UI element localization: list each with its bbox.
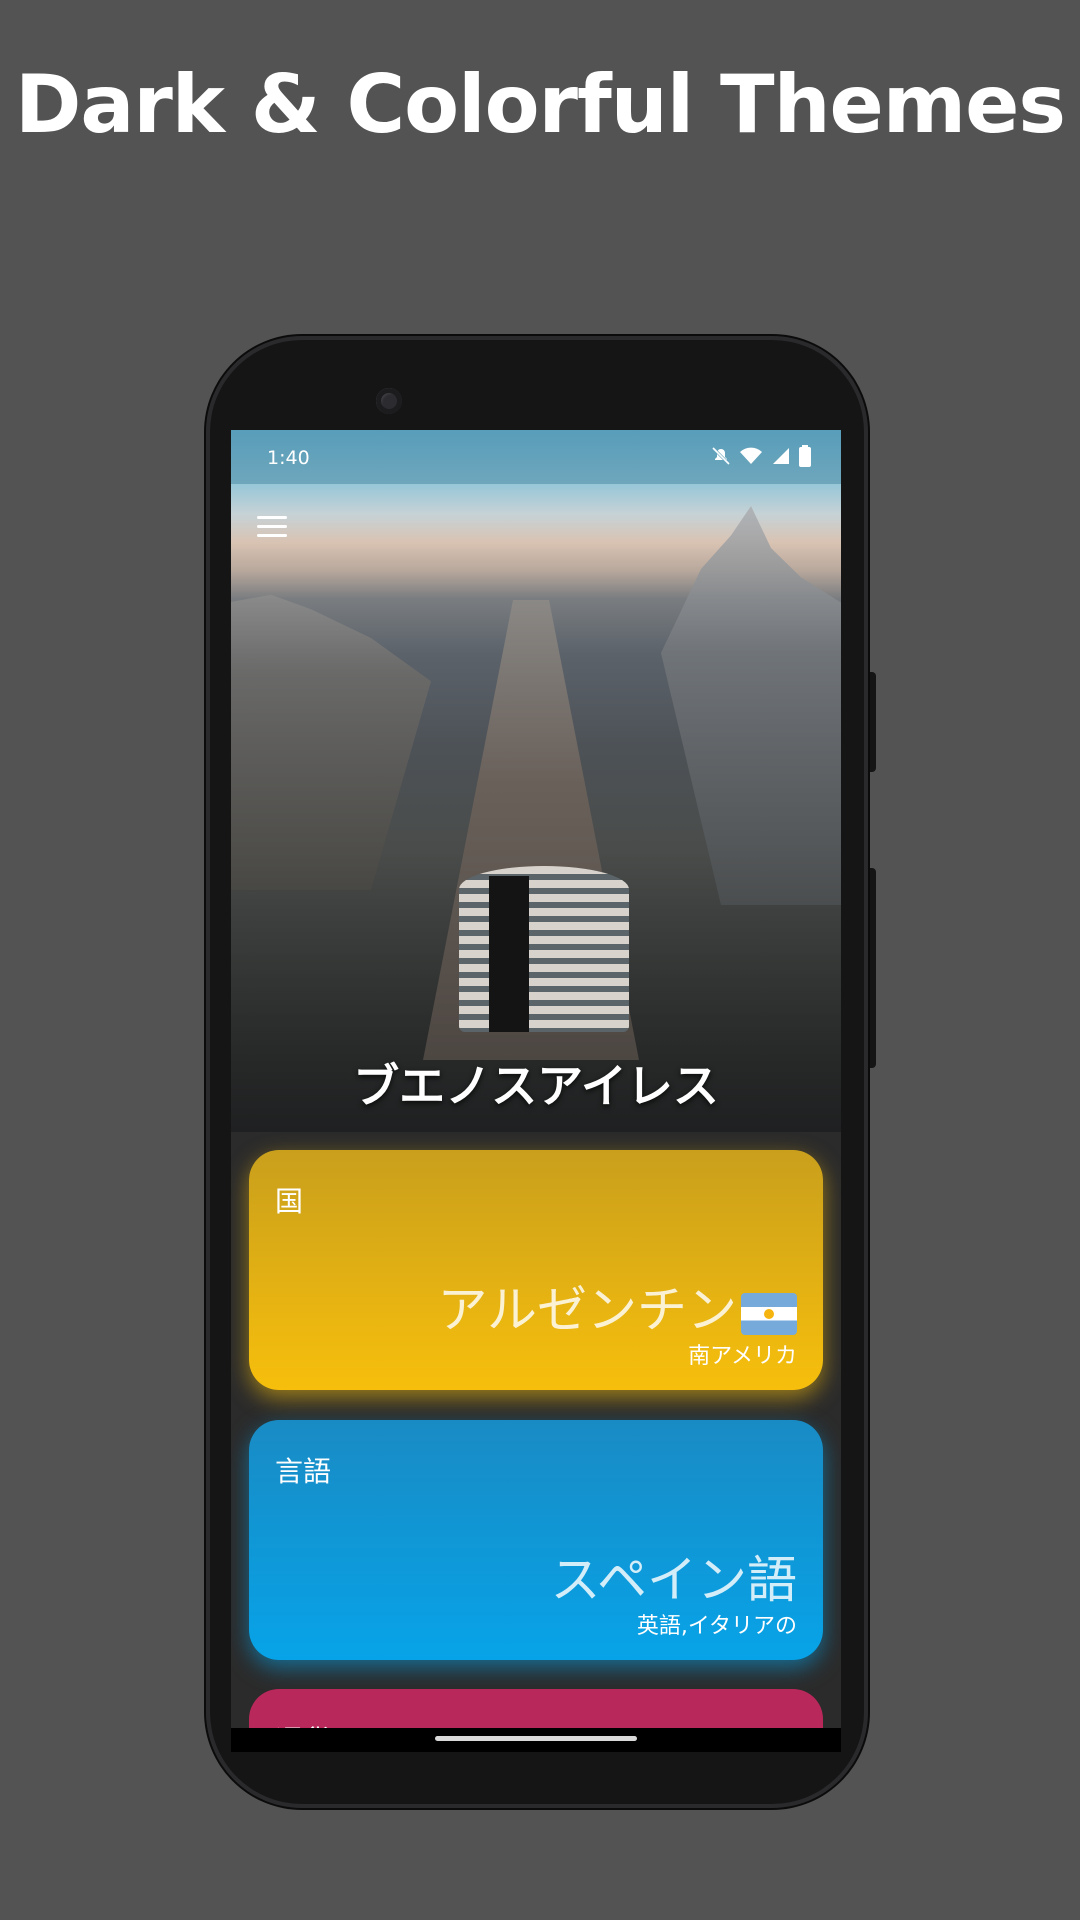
app-screen: 1:40 ブエノスアイレス 国 アルゼンチン 南アメリカ 言語 スペイン語 英語…	[231, 430, 841, 1752]
hero-tower-shadow	[489, 876, 529, 1032]
home-indicator[interactable]	[435, 1736, 637, 1741]
country-card-label: 国	[275, 1185, 304, 1218]
hero-skyline-left	[231, 594, 431, 890]
hero-skyline-right	[661, 506, 841, 905]
signal-icon	[771, 446, 791, 471]
promo-headline: Dark & Colorful Themes	[14, 58, 1066, 151]
front-camera-icon	[376, 388, 402, 414]
status-icons	[711, 445, 811, 472]
hero-tower	[459, 866, 629, 1032]
wifi-icon	[739, 446, 763, 471]
language-card-label: 言語	[275, 1455, 332, 1488]
argentina-flag-icon	[741, 1292, 797, 1335]
status-bar: 1:40	[231, 430, 841, 484]
language-card-subtext: 英語,イタリアの	[636, 1614, 797, 1639]
country-card-value-row: アルゼンチン	[437, 1270, 797, 1342]
bell-off-icon	[711, 446, 731, 471]
language-card[interactable]: 言語 スペイン語 英語,イタリアの	[249, 1420, 823, 1660]
country-card-value: アルゼンチン	[437, 1281, 738, 1339]
battery-icon	[799, 445, 811, 472]
hero-image: 1:40 ブエノスアイレス	[231, 430, 841, 1132]
country-card-subtext: 南アメリカ	[688, 1344, 797, 1369]
hamburger-menu-icon[interactable]	[257, 516, 287, 540]
status-time: 1:40	[267, 447, 310, 469]
country-card[interactable]: 国 アルゼンチン 南アメリカ	[249, 1150, 823, 1390]
language-card-value: スペイン語	[550, 1551, 798, 1609]
city-title: ブエノスアイレス	[353, 1059, 719, 1113]
